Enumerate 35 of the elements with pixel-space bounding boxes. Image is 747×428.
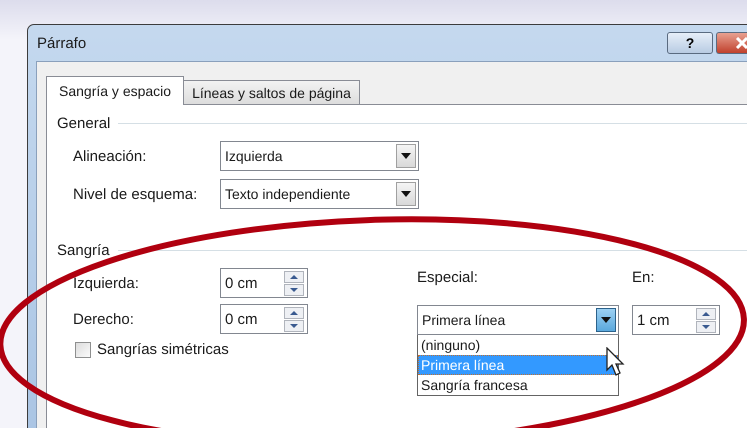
dropdown-arrow-button[interactable] [396,144,416,168]
group-title: General [57,115,110,132]
dropdown-field[interactable]: Izquierda [220,141,419,171]
help-button[interactable]: ? [667,32,713,54]
spin-down-button[interactable] [284,284,304,296]
dropdown-arrow-button[interactable] [396,182,416,206]
caret-icon [401,153,411,159]
window-title: Párrafo [37,34,88,52]
field-label: Nivel de esquema: [73,186,198,202]
dropdown-option[interactable]: (ninguno) [418,335,618,355]
checkbox[interactable] [75,342,91,358]
spin-up-button[interactable] [284,270,304,282]
group-title: Sangría [57,242,110,259]
dropdown-field[interactable]: Primera línea [417,305,619,335]
dropdown-arrow-button[interactable] [596,308,616,332]
checkbox-label: Sangrías simétricas [97,341,229,358]
field-label: En: [632,269,656,288]
tab[interactable]: Líneas y saltos de página [183,80,360,104]
spin-up-button[interactable] [696,308,716,320]
dropdown-field[interactable]: Texto independiente [220,179,419,209]
field-label: Derecho: [73,310,135,328]
caret-icon [601,317,611,323]
spin-down-button[interactable] [696,320,716,332]
field-label: Alineación: [73,148,148,164]
dropdown-option[interactable]: Sangría francesa [418,375,618,395]
spin-up-button[interactable] [284,306,304,318]
caret-icon [401,191,411,197]
tab[interactable]: Sangría y espacio [46,76,184,105]
field-label: Izquierda: [73,274,140,292]
close-icon [734,37,747,49]
field-label: Especial: [417,269,479,288]
spin-field[interactable]: 1 cm [632,305,720,335]
spin-field[interactable]: 0 cm [220,268,308,298]
spin-field[interactable]: 0 cm [220,304,308,334]
spin-down-button[interactable] [284,320,304,332]
